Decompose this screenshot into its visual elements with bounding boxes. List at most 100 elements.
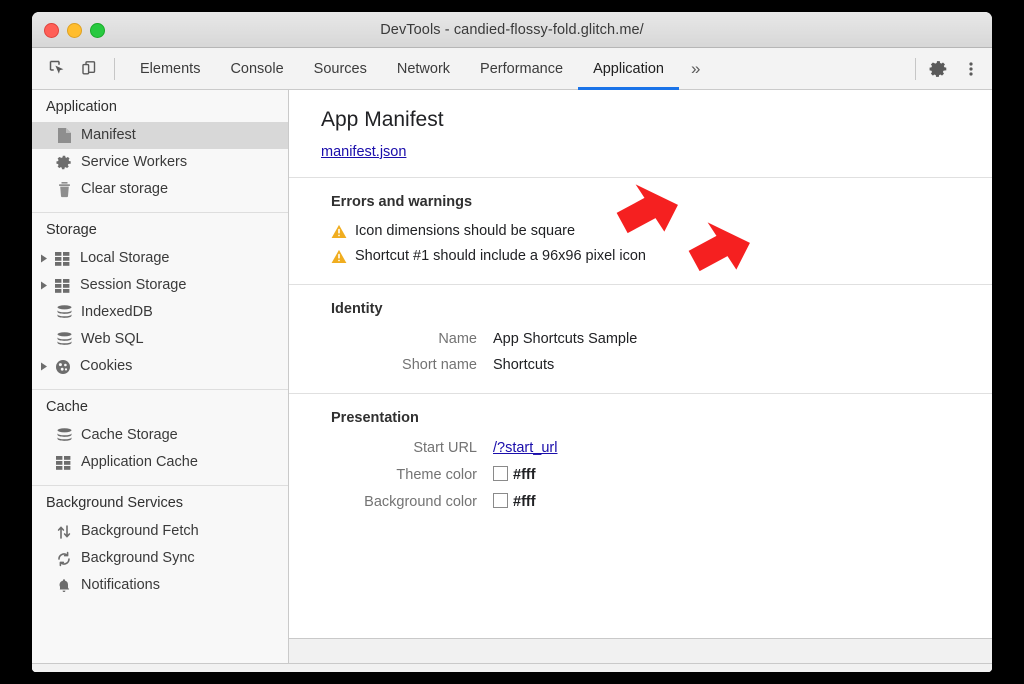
- sidebar-item-label: Background Sync: [81, 551, 195, 566]
- zoom-window-button[interactable]: [90, 23, 105, 38]
- sidebar-item-notifications[interactable]: Notifications: [32, 572, 288, 599]
- chevron-right-icon[interactable]: [40, 281, 53, 290]
- table-icon: [53, 252, 73, 266]
- sidebar-group-storage: Storage: [32, 212, 288, 389]
- warning-item: Icon dimensions should be square: [331, 214, 992, 239]
- sidebar-item-local-storage[interactable]: Local Storage: [32, 245, 288, 272]
- tab-label: Application: [593, 61, 664, 77]
- sidebar-item-label: Background Fetch: [81, 524, 199, 539]
- sidebar-group-title: Background Services: [32, 486, 288, 518]
- chevron-right-icon[interactable]: [40, 254, 53, 263]
- presentation-row-background-color: Background color #fff: [331, 483, 992, 510]
- more-tabs-button[interactable]: »: [679, 48, 712, 90]
- warning-text: Shortcut #1 should include a 96x96 pixel…: [355, 248, 646, 264]
- sidebar-group-background-services: Background Services Background Fetch: [32, 485, 288, 608]
- sidebar-item-background-sync[interactable]: Background Sync: [32, 545, 288, 572]
- devtools-content: Application Manifest: [32, 90, 992, 672]
- sidebar-item-indexeddb[interactable]: IndexedDB: [32, 299, 288, 326]
- sidebar-item-clear-storage[interactable]: Clear storage: [32, 176, 288, 203]
- warning-text: Icon dimensions should be square: [355, 223, 575, 239]
- tab-performance[interactable]: Performance: [465, 48, 578, 90]
- kebab-menu-icon[interactable]: [956, 54, 986, 84]
- database-icon: [54, 332, 74, 347]
- errors-and-warnings-section: Errors and warnings Icon dimensions shou…: [289, 178, 992, 284]
- sidebar-item-manifest[interactable]: Manifest: [32, 122, 288, 149]
- identity-row-name: Name App Shortcuts Sample: [331, 321, 992, 347]
- presentation-row-start-url: Start URL /?start_url: [331, 430, 992, 456]
- sidebar-item-label: Cache Storage: [81, 428, 178, 443]
- start-url-link[interactable]: /?start_url: [493, 440, 557, 456]
- sidebar-item-session-storage[interactable]: Session Storage: [32, 272, 288, 299]
- tab-label: Sources: [314, 61, 367, 77]
- sidebar-item-label: Session Storage: [80, 278, 186, 293]
- close-window-button[interactable]: [44, 23, 59, 38]
- sidebar-group-title: Storage: [32, 213, 288, 245]
- sync-icon: [54, 551, 74, 567]
- sidebar-item-label: Cookies: [80, 359, 132, 374]
- color-hex: #fff: [513, 467, 536, 483]
- app-manifest-panel: App Manifest manifest.json Errors and wa…: [289, 90, 992, 672]
- sidebar-item-cache-storage[interactable]: Cache Storage: [32, 422, 288, 449]
- field-value: #fff: [493, 493, 536, 510]
- tab-label: Network: [397, 61, 450, 77]
- field-label: Start URL: [331, 440, 493, 456]
- field-label: Theme color: [331, 467, 493, 483]
- section-title: Presentation: [331, 394, 992, 430]
- window-title-bar: DevTools - candied-flossy-fold.glitch.me…: [32, 12, 992, 48]
- field-label: Background color: [331, 494, 493, 510]
- sidebar-item-label: Notifications: [81, 578, 160, 593]
- sidebar-group-title: Cache: [32, 390, 288, 422]
- tab-application[interactable]: Application: [578, 48, 679, 90]
- tab-elements[interactable]: Elements: [125, 48, 215, 90]
- devtools-window: DevTools - candied-flossy-fold.glitch.me…: [32, 12, 992, 672]
- section-title: Errors and warnings: [331, 178, 992, 214]
- database-icon: [54, 305, 74, 320]
- tab-label: Elements: [140, 61, 200, 77]
- gear-icon[interactable]: [924, 54, 954, 84]
- minimize-window-button[interactable]: [67, 23, 82, 38]
- field-value: Shortcuts: [493, 357, 554, 373]
- tab-sources[interactable]: Sources: [299, 48, 382, 90]
- sidebar-item-label: Clear storage: [81, 182, 168, 197]
- identity-row-short-name: Short name Shortcuts: [331, 347, 992, 373]
- toolbar-divider-right: [915, 58, 916, 80]
- devtools-toolbar: Elements Console Sources Network Perform…: [32, 48, 992, 90]
- presentation-section: Presentation Start URL /?start_url Theme…: [289, 394, 992, 510]
- manifest-header: App Manifest manifest.json: [289, 90, 992, 177]
- sidebar-group-application: Application Manifest: [32, 90, 288, 212]
- sidebar-item-service-workers[interactable]: Service Workers: [32, 149, 288, 176]
- field-value: /?start_url: [493, 440, 557, 456]
- field-value: #fff: [493, 466, 536, 483]
- sidebar-group-cache: Cache Cache Storage: [32, 389, 288, 485]
- sidebar-item-cookies[interactable]: Cookies: [32, 353, 288, 380]
- warning-triangle-icon: [331, 249, 347, 264]
- bell-icon: [54, 578, 74, 594]
- color-swatch[interactable]: [493, 466, 508, 481]
- sidebar-item-background-fetch[interactable]: Background Fetch: [32, 518, 288, 545]
- traffic-light-buttons: [44, 23, 105, 38]
- tab-network[interactable]: Network: [382, 48, 465, 90]
- field-label: Name: [331, 331, 493, 347]
- tab-label: Console: [230, 61, 283, 77]
- window-title: DevTools - candied-flossy-fold.glitch.me…: [32, 22, 992, 38]
- toolbar-right-actions: [915, 48, 988, 89]
- window-bottom-strip: [32, 663, 992, 672]
- inspect-element-icon[interactable]: [42, 54, 72, 84]
- tab-console[interactable]: Console: [215, 48, 298, 90]
- cookie-icon: [53, 359, 73, 375]
- sidebar-item-label: IndexedDB: [81, 305, 153, 320]
- color-swatch[interactable]: [493, 493, 508, 508]
- section-title: Identity: [331, 285, 992, 321]
- page-title: App Manifest: [321, 108, 992, 132]
- sidebar-item-web-sql[interactable]: Web SQL: [32, 326, 288, 353]
- sidebar-group-title: Application: [32, 90, 288, 122]
- up-down-arrows-icon: [54, 524, 74, 540]
- sidebar-item-label: Application Cache: [81, 455, 198, 470]
- device-toolbar-icon[interactable]: [74, 54, 104, 84]
- chevron-right-icon[interactable]: [40, 362, 53, 371]
- sidebar-item-application-cache[interactable]: Application Cache: [32, 449, 288, 476]
- gear-icon: [54, 154, 74, 171]
- color-hex: #fff: [513, 494, 536, 510]
- devtools-tab-bar: Elements Console Sources Network Perform…: [125, 48, 712, 90]
- manifest-json-link[interactable]: manifest.json: [321, 144, 406, 160]
